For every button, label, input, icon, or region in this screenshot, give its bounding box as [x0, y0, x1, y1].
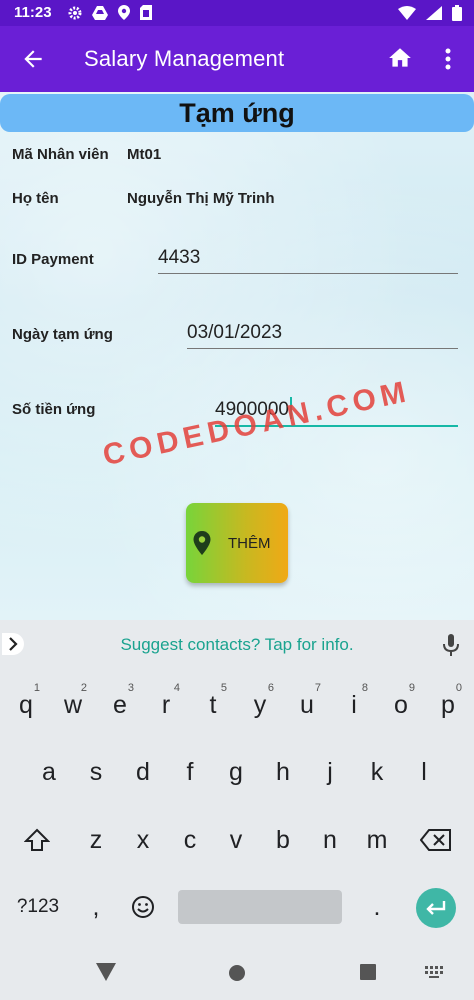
space-key[interactable] [178, 890, 342, 924]
key-n[interactable]: n [310, 815, 350, 865]
employee-id-label: Mã Nhân viên [12, 146, 109, 163]
key-i[interactable]: i8 [334, 680, 374, 730]
home-icon[interactable] [387, 45, 413, 71]
recents-square-icon[interactable] [360, 964, 376, 980]
advance-date-value: 03/01/2023 [187, 322, 283, 343]
payment-id-value: 4433 [158, 247, 201, 268]
key-b[interactable]: b [263, 815, 303, 865]
more-options-icon[interactable] [440, 46, 456, 72]
key-o[interactable]: o9 [381, 680, 421, 730]
emoji-icon [132, 896, 154, 918]
key-v[interactable]: v [216, 815, 256, 865]
name-label: Họ tên [12, 190, 59, 207]
key-y[interactable]: y6 [240, 680, 280, 730]
enter-icon [426, 901, 446, 915]
backspace-icon [419, 829, 451, 851]
key-z[interactable]: z [76, 815, 116, 865]
home-circle-icon[interactable] [228, 964, 246, 982]
key-l[interactable]: l [404, 747, 444, 797]
status-time: 11:23 [14, 4, 52, 21]
comma-key[interactable]: , [76, 882, 116, 932]
shift-icon [23, 828, 51, 851]
key-s[interactable]: s [76, 747, 116, 797]
suggestion-bar: Suggest contacts? Tap for info. [0, 620, 474, 670]
payment-id-field[interactable]: 4433 [158, 247, 458, 274]
backspace-key[interactable] [414, 815, 458, 865]
key-p[interactable]: p0 [428, 680, 468, 730]
location-pin-icon [193, 531, 211, 555]
key-j[interactable]: j [310, 747, 350, 797]
back-arrow-icon[interactable] [20, 46, 46, 72]
app-bar: Salary Management [0, 26, 474, 92]
advance-date-label: Ngày tạm ứng [12, 326, 113, 343]
symbols-key[interactable]: ?123 [10, 882, 66, 932]
drive-icon [92, 5, 108, 20]
suggestion-text[interactable]: Suggest contacts? Tap for info. [0, 635, 474, 655]
key-a[interactable]: a [29, 747, 69, 797]
key-w[interactable]: w2 [53, 680, 93, 730]
gear-icon [68, 6, 82, 19]
wifi-icon [398, 6, 416, 20]
amount-label: Số tiền ứng [12, 401, 96, 418]
navigation-bar [0, 944, 474, 1000]
sim-card-icon [140, 5, 152, 20]
key-k[interactable]: k [357, 747, 397, 797]
app-title: Salary Management [84, 46, 285, 71]
signal-icon [426, 6, 442, 20]
payment-id-label: ID Payment [12, 251, 94, 268]
key-f[interactable]: f [170, 747, 210, 797]
employee-id-value: Mt01 [127, 146, 162, 163]
key-m[interactable]: m [357, 815, 397, 865]
period-key[interactable]: . [357, 882, 397, 932]
battery-icon [452, 5, 462, 21]
key-x[interactable]: x [123, 815, 163, 865]
key-g[interactable]: g [216, 747, 256, 797]
add-button-label: THÊM [228, 534, 271, 552]
key-e[interactable]: e3 [100, 680, 140, 730]
advance-date-field[interactable]: 03/01/2023 [187, 322, 458, 349]
advance-form: Tạm ứng Mã Nhân viên Mt01 Họ tên Nguyễn … [0, 92, 474, 620]
name-value: Nguyễn Thị Mỹ Trinh [127, 190, 275, 207]
key-q[interactable]: q1 [6, 680, 46, 730]
enter-key[interactable] [416, 888, 456, 928]
status-bar: 11:23 [0, 0, 474, 26]
key-d[interactable]: d [123, 747, 163, 797]
key-u[interactable]: u7 [287, 680, 327, 730]
key-c[interactable]: c [170, 815, 210, 865]
back-triangle-icon[interactable] [96, 963, 116, 981]
shift-key[interactable] [17, 815, 57, 865]
emoji-key[interactable] [123, 882, 163, 932]
location-icon [118, 5, 130, 20]
key-r[interactable]: r4 [146, 680, 186, 730]
keyboard-switch-icon[interactable] [424, 965, 444, 979]
key-h[interactable]: h [263, 747, 303, 797]
microphone-icon[interactable] [441, 633, 461, 657]
key-t[interactable]: t5 [193, 680, 233, 730]
add-button[interactable]: THÊM [186, 503, 288, 583]
keyboard: q1 w2 e3 r4 t5 y6 u7 i8 o9 p0 a s d f g … [0, 670, 474, 944]
page-title: Tạm ứng [0, 94, 474, 132]
